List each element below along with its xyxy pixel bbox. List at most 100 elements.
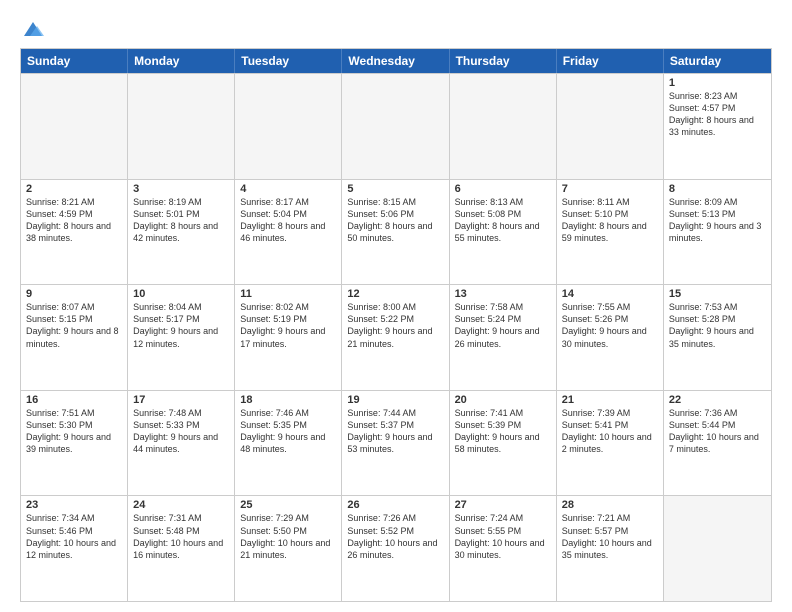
day-cell-7: 7Sunrise: 8:11 AM Sunset: 5:10 PM Daylig… xyxy=(557,180,664,285)
empty-cell xyxy=(664,496,771,601)
day-info: Sunrise: 8:00 AM Sunset: 5:22 PM Dayligh… xyxy=(347,301,443,350)
day-header-friday: Friday xyxy=(557,49,664,73)
calendar-body: 1Sunrise: 8:23 AM Sunset: 4:57 PM Daylig… xyxy=(21,73,771,601)
day-number: 15 xyxy=(669,288,766,300)
day-cell-26: 26Sunrise: 7:26 AM Sunset: 5:52 PM Dayli… xyxy=(342,496,449,601)
calendar-page: SundayMondayTuesdayWednesdayThursdayFrid… xyxy=(0,0,792,612)
empty-cell xyxy=(342,74,449,179)
day-info: Sunrise: 7:48 AM Sunset: 5:33 PM Dayligh… xyxy=(133,407,229,456)
day-number: 18 xyxy=(240,394,336,406)
day-info: Sunrise: 7:51 AM Sunset: 5:30 PM Dayligh… xyxy=(26,407,122,456)
day-info: Sunrise: 7:58 AM Sunset: 5:24 PM Dayligh… xyxy=(455,301,551,350)
day-header-tuesday: Tuesday xyxy=(235,49,342,73)
day-number: 27 xyxy=(455,499,551,511)
day-info: Sunrise: 7:26 AM Sunset: 5:52 PM Dayligh… xyxy=(347,512,443,561)
day-info: Sunrise: 7:44 AM Sunset: 5:37 PM Dayligh… xyxy=(347,407,443,456)
day-cell-3: 3Sunrise: 8:19 AM Sunset: 5:01 PM Daylig… xyxy=(128,180,235,285)
calendar-row-4: 16Sunrise: 7:51 AM Sunset: 5:30 PM Dayli… xyxy=(21,390,771,496)
day-cell-27: 27Sunrise: 7:24 AM Sunset: 5:55 PM Dayli… xyxy=(450,496,557,601)
calendar-row-5: 23Sunrise: 7:34 AM Sunset: 5:46 PM Dayli… xyxy=(21,495,771,601)
day-number: 12 xyxy=(347,288,443,300)
day-number: 16 xyxy=(26,394,122,406)
day-info: Sunrise: 7:24 AM Sunset: 5:55 PM Dayligh… xyxy=(455,512,551,561)
header xyxy=(20,18,772,40)
day-cell-5: 5Sunrise: 8:15 AM Sunset: 5:06 PM Daylig… xyxy=(342,180,449,285)
day-cell-22: 22Sunrise: 7:36 AM Sunset: 5:44 PM Dayli… xyxy=(664,391,771,496)
day-number: 1 xyxy=(669,77,766,89)
logo xyxy=(20,18,44,40)
day-cell-18: 18Sunrise: 7:46 AM Sunset: 5:35 PM Dayli… xyxy=(235,391,342,496)
empty-cell xyxy=(128,74,235,179)
day-cell-23: 23Sunrise: 7:34 AM Sunset: 5:46 PM Dayli… xyxy=(21,496,128,601)
day-header-monday: Monday xyxy=(128,49,235,73)
day-info: Sunrise: 8:09 AM Sunset: 5:13 PM Dayligh… xyxy=(669,196,766,245)
day-number: 24 xyxy=(133,499,229,511)
day-header-saturday: Saturday xyxy=(664,49,771,73)
empty-cell xyxy=(235,74,342,179)
day-number: 22 xyxy=(669,394,766,406)
day-info: Sunrise: 8:23 AM Sunset: 4:57 PM Dayligh… xyxy=(669,90,766,139)
day-info: Sunrise: 8:02 AM Sunset: 5:19 PM Dayligh… xyxy=(240,301,336,350)
day-number: 9 xyxy=(26,288,122,300)
day-cell-1: 1Sunrise: 8:23 AM Sunset: 4:57 PM Daylig… xyxy=(664,74,771,179)
day-number: 23 xyxy=(26,499,122,511)
day-number: 11 xyxy=(240,288,336,300)
day-cell-8: 8Sunrise: 8:09 AM Sunset: 5:13 PM Daylig… xyxy=(664,180,771,285)
day-number: 28 xyxy=(562,499,658,511)
day-cell-19: 19Sunrise: 7:44 AM Sunset: 5:37 PM Dayli… xyxy=(342,391,449,496)
day-info: Sunrise: 8:19 AM Sunset: 5:01 PM Dayligh… xyxy=(133,196,229,245)
empty-cell xyxy=(557,74,664,179)
day-cell-10: 10Sunrise: 8:04 AM Sunset: 5:17 PM Dayli… xyxy=(128,285,235,390)
day-info: Sunrise: 8:17 AM Sunset: 5:04 PM Dayligh… xyxy=(240,196,336,245)
day-number: 21 xyxy=(562,394,658,406)
day-number: 7 xyxy=(562,183,658,195)
day-info: Sunrise: 8:13 AM Sunset: 5:08 PM Dayligh… xyxy=(455,196,551,245)
day-cell-2: 2Sunrise: 8:21 AM Sunset: 4:59 PM Daylig… xyxy=(21,180,128,285)
day-number: 20 xyxy=(455,394,551,406)
day-number: 5 xyxy=(347,183,443,195)
day-info: Sunrise: 7:31 AM Sunset: 5:48 PM Dayligh… xyxy=(133,512,229,561)
day-info: Sunrise: 7:39 AM Sunset: 5:41 PM Dayligh… xyxy=(562,407,658,456)
day-number: 6 xyxy=(455,183,551,195)
day-number: 13 xyxy=(455,288,551,300)
day-info: Sunrise: 8:04 AM Sunset: 5:17 PM Dayligh… xyxy=(133,301,229,350)
empty-cell xyxy=(450,74,557,179)
calendar-row-1: 1Sunrise: 8:23 AM Sunset: 4:57 PM Daylig… xyxy=(21,73,771,179)
calendar-header: SundayMondayTuesdayWednesdayThursdayFrid… xyxy=(21,49,771,73)
day-info: Sunrise: 7:34 AM Sunset: 5:46 PM Dayligh… xyxy=(26,512,122,561)
day-header-wednesday: Wednesday xyxy=(342,49,449,73)
day-header-sunday: Sunday xyxy=(21,49,128,73)
day-header-thursday: Thursday xyxy=(450,49,557,73)
day-number: 14 xyxy=(562,288,658,300)
day-info: Sunrise: 8:11 AM Sunset: 5:10 PM Dayligh… xyxy=(562,196,658,245)
day-number: 4 xyxy=(240,183,336,195)
day-info: Sunrise: 8:15 AM Sunset: 5:06 PM Dayligh… xyxy=(347,196,443,245)
day-number: 3 xyxy=(133,183,229,195)
day-cell-6: 6Sunrise: 8:13 AM Sunset: 5:08 PM Daylig… xyxy=(450,180,557,285)
day-cell-4: 4Sunrise: 8:17 AM Sunset: 5:04 PM Daylig… xyxy=(235,180,342,285)
calendar: SundayMondayTuesdayWednesdayThursdayFrid… xyxy=(20,48,772,602)
calendar-row-3: 9Sunrise: 8:07 AM Sunset: 5:15 PM Daylig… xyxy=(21,284,771,390)
day-cell-13: 13Sunrise: 7:58 AM Sunset: 5:24 PM Dayli… xyxy=(450,285,557,390)
day-number: 17 xyxy=(133,394,229,406)
day-number: 10 xyxy=(133,288,229,300)
day-cell-16: 16Sunrise: 7:51 AM Sunset: 5:30 PM Dayli… xyxy=(21,391,128,496)
day-number: 26 xyxy=(347,499,443,511)
logo-icon xyxy=(22,18,44,40)
day-number: 8 xyxy=(669,183,766,195)
day-info: Sunrise: 7:46 AM Sunset: 5:35 PM Dayligh… xyxy=(240,407,336,456)
day-info: Sunrise: 7:53 AM Sunset: 5:28 PM Dayligh… xyxy=(669,301,766,350)
day-number: 19 xyxy=(347,394,443,406)
day-info: Sunrise: 7:41 AM Sunset: 5:39 PM Dayligh… xyxy=(455,407,551,456)
empty-cell xyxy=(21,74,128,179)
day-number: 25 xyxy=(240,499,336,511)
day-cell-14: 14Sunrise: 7:55 AM Sunset: 5:26 PM Dayli… xyxy=(557,285,664,390)
day-cell-15: 15Sunrise: 7:53 AM Sunset: 5:28 PM Dayli… xyxy=(664,285,771,390)
day-cell-17: 17Sunrise: 7:48 AM Sunset: 5:33 PM Dayli… xyxy=(128,391,235,496)
day-cell-21: 21Sunrise: 7:39 AM Sunset: 5:41 PM Dayli… xyxy=(557,391,664,496)
day-info: Sunrise: 8:21 AM Sunset: 4:59 PM Dayligh… xyxy=(26,196,122,245)
day-cell-20: 20Sunrise: 7:41 AM Sunset: 5:39 PM Dayli… xyxy=(450,391,557,496)
day-info: Sunrise: 7:21 AM Sunset: 5:57 PM Dayligh… xyxy=(562,512,658,561)
day-cell-11: 11Sunrise: 8:02 AM Sunset: 5:19 PM Dayli… xyxy=(235,285,342,390)
day-cell-9: 9Sunrise: 8:07 AM Sunset: 5:15 PM Daylig… xyxy=(21,285,128,390)
